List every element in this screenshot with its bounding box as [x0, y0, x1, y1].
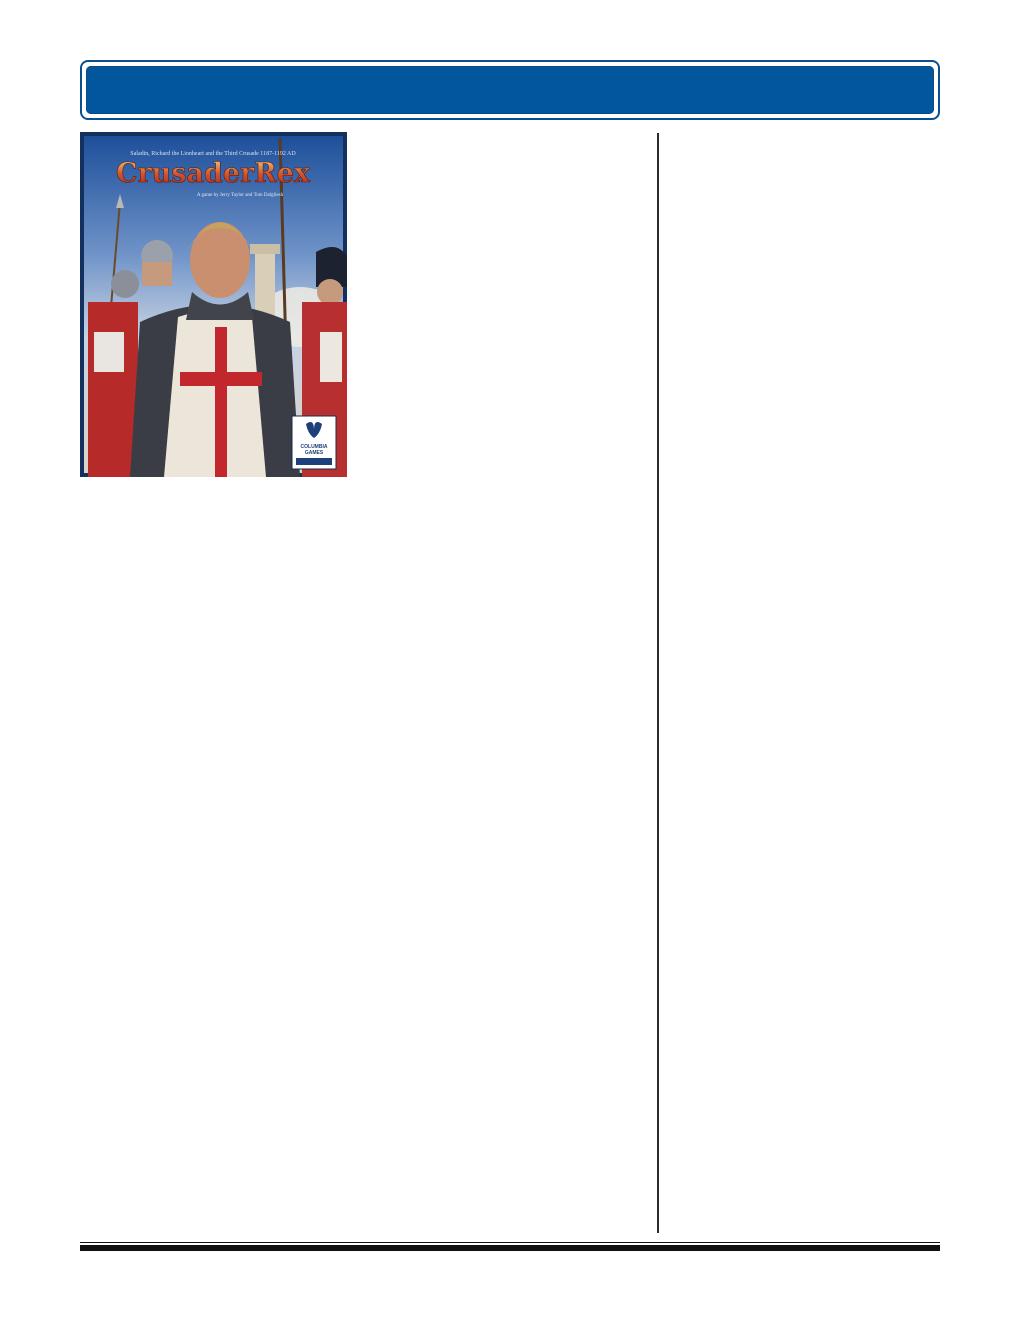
footer-rule-thick [80, 1245, 940, 1251]
cover-face [190, 222, 250, 298]
cover-knight-left [88, 302, 138, 477]
box-cover-image: Saladin, Richard the Lionheart and the T… [80, 132, 347, 477]
footer-rule-thin [80, 1242, 940, 1243]
cover-subtitle: Saladin, Richard the Lionheart and the T… [130, 151, 296, 157]
publisher-name-line2: GAMES [305, 450, 324, 456]
header-banner-fill [86, 66, 934, 114]
header-banner [80, 60, 940, 120]
cover-title: CrusaderRex [116, 158, 311, 189]
cover-credits: A game by Jerry Taylor and Tom Dalgliesh [197, 193, 284, 198]
cover-helmet-left [111, 270, 139, 298]
column-divider [657, 133, 659, 1233]
